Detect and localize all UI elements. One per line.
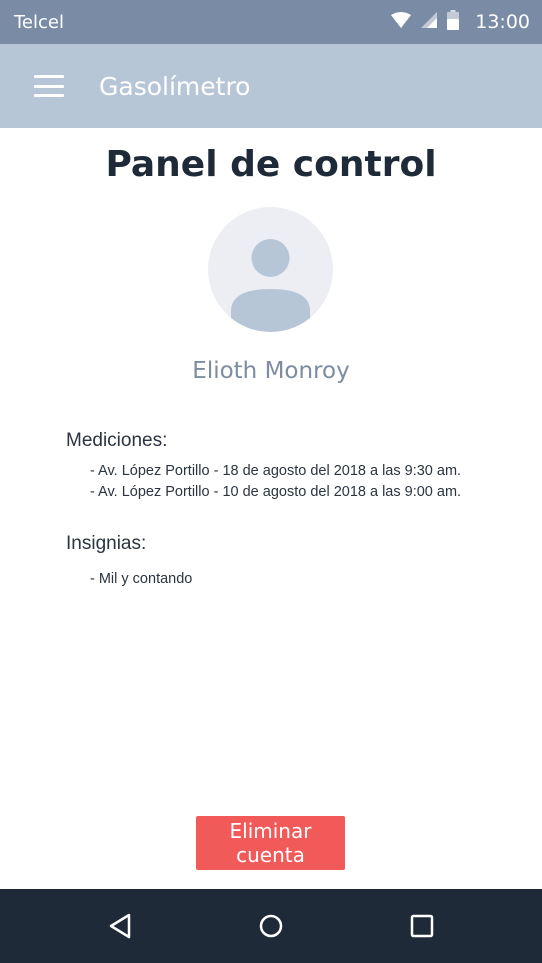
status-icons: 13:00 xyxy=(391,9,530,35)
home-icon[interactable] xyxy=(241,896,301,956)
badges-list: - Mil y contando xyxy=(90,569,192,590)
measurements-list: - Av. López Portillo - 18 de agosto del … xyxy=(90,461,461,503)
user-name: Elioth Monroy xyxy=(192,358,350,384)
signal-icon xyxy=(421,11,438,33)
delete-account-button[interactable]: Eliminar cuenta xyxy=(196,816,345,870)
navigation-bar xyxy=(0,889,542,963)
list-item: - Av. López Portillo - 18 de agosto del … xyxy=(90,463,462,479)
avatar xyxy=(208,207,333,332)
back-icon[interactable] xyxy=(90,896,150,956)
wifi-icon xyxy=(391,11,412,33)
app-bar: Gasolímetro xyxy=(0,44,542,128)
dashboard-content: Panel de control Elioth Monroy Medicione… xyxy=(0,128,542,889)
carrier-name: Telcel xyxy=(14,11,64,33)
recents-icon[interactable] xyxy=(392,896,452,956)
battery-icon xyxy=(447,9,460,35)
app-title: Gasolímetro xyxy=(99,71,251,101)
menu-icon[interactable] xyxy=(34,75,64,97)
status-bar: Telcel 13:00 xyxy=(0,0,542,44)
measurements-heading: Mediciones: xyxy=(66,430,168,451)
page-title: Panel de control xyxy=(105,144,437,185)
clock: 13:00 xyxy=(475,11,530,33)
avatar-placeholder-icon xyxy=(231,239,310,332)
badges-heading: Insignias: xyxy=(66,533,147,554)
list-item: - Mil y contando xyxy=(90,571,193,587)
list-item: - Av. López Portillo - 10 de agosto del … xyxy=(90,484,462,500)
